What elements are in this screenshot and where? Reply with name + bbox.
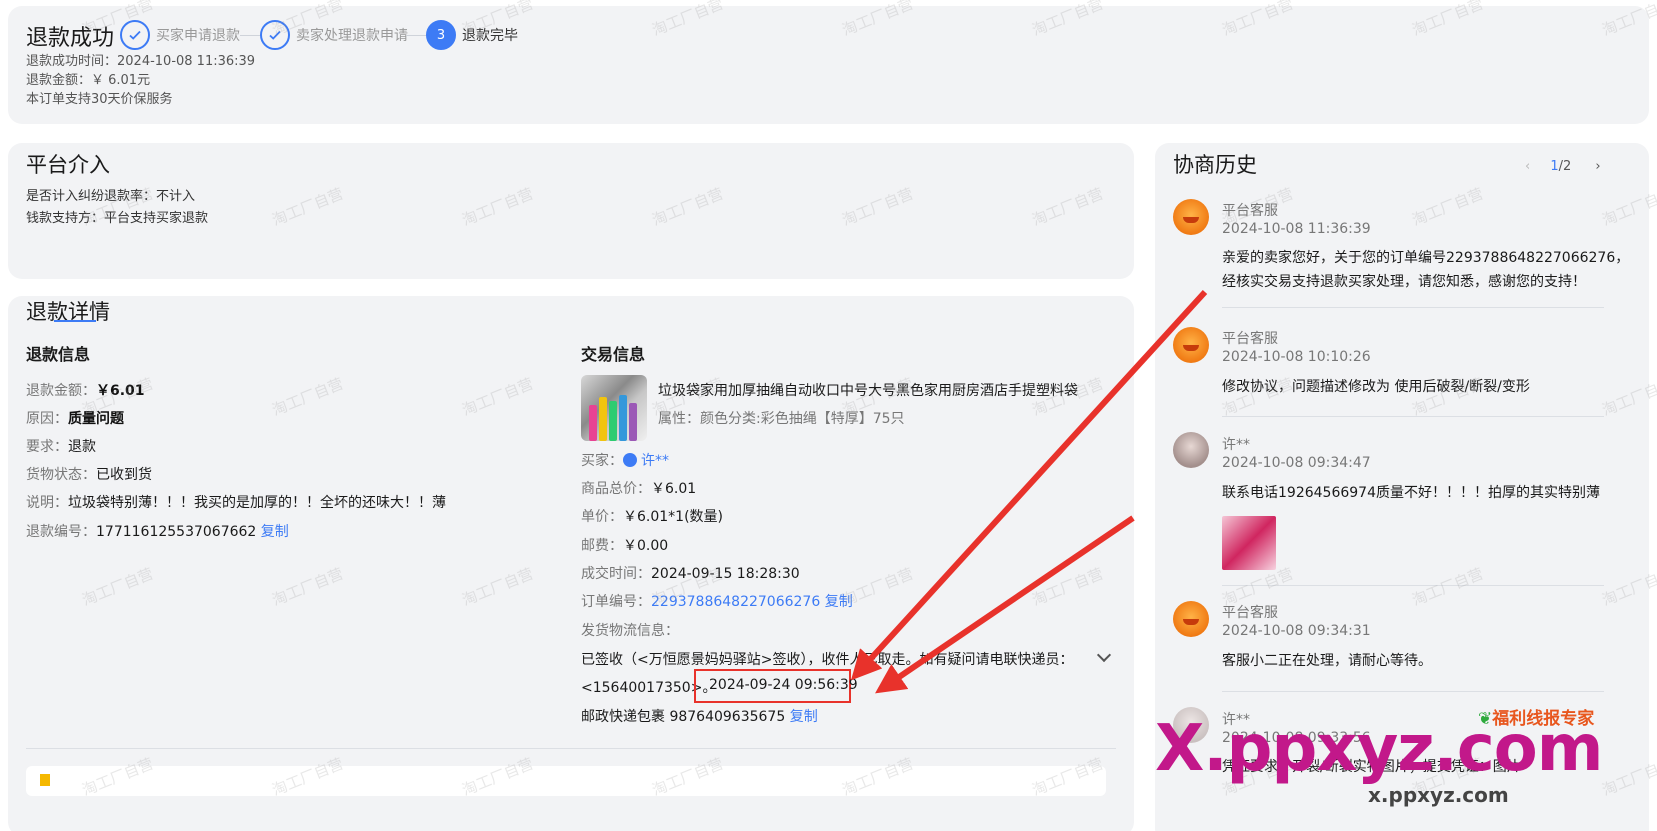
history-message: 亲爱的卖家您好，关于您的订单编号2293788648227066276， [1222,250,1630,266]
platform-title: 平台介入 [26,153,110,177]
check-icon [260,20,290,50]
step-divider [240,35,262,36]
total-price-row: 商品总价：￥6.01 [581,481,697,497]
flag-icon [40,774,50,786]
history-time: 2024-10-08 11:36:39 [1222,221,1371,237]
history-time: 2024-10-08 09:34:47 [1222,455,1371,471]
history-message: 经核实交易支持退款买家处理，请您知悉，感谢您的支持！ [1222,274,1586,290]
step-label: 买家申请退款 [156,28,240,44]
buyer-row: 买家： 许** [581,453,669,469]
platform-intervention-card: 平台介入 是否计入纠纷退款率：不计入 钱款支持方：平台支持买家退款 [8,143,1134,279]
history-time: 2024-10-08 10:10:26 [1222,349,1371,365]
evidence-image[interactable] [1222,516,1276,570]
refund-detail-card: 退款详情 退款信息 退款金额：￥6.01 原因：质量问题 要求：退款 货物状态：… [8,296,1134,831]
shipping-fee-row: 邮费：￥0.00 [581,538,669,554]
total-pages: /2 [1558,159,1572,174]
step-seller-process: 卖家处理退款申请 [260,20,408,50]
history-sender: 平台客服 [1222,331,1278,347]
refund-success-time: 退款成功时间：2024-10-08 11:36:39 [26,54,256,69]
refund-number-row: 退款编号：177116125537067662 复制 [26,524,289,540]
request-row: 要求：退款 [26,439,96,455]
chevron-down-icon[interactable] [1096,647,1112,663]
unit-price-row: 单价：￥6.01*1(数量) [581,509,724,525]
reason-row: 原因：质量问题 [26,411,124,427]
section-divider [26,748,1116,749]
step-label: 退款完毕 [462,28,518,44]
check-icon [120,20,150,50]
refund-status-card: 退款成功 买家申请退款 卖家处理退款申请 3 退款完毕 退款成功时间：2024-… [8,6,1649,124]
logistics-time: 2024-09-24 09:56:39 [709,677,858,693]
history-sender: 平台客服 [1222,203,1278,219]
brand-logo: X.ppxyz.com [1155,712,1603,786]
history-message: 客服小二正在处理，请耐心等待。 [1222,653,1432,669]
refund-payer: 钱款支持方：平台支持买家退款 [26,211,209,226]
buyer-avatar-icon [623,453,637,467]
agent-avatar [1173,199,1209,235]
status-title: 退款成功 [26,26,115,51]
refund-amount: 退款金额：￥ 6.01元 [26,73,151,88]
history-pager: ‹ 1/2 › [1525,159,1601,174]
copy-order-number-button[interactable]: 复制 [825,594,853,610]
history-message: 联系电话19264566974质量不好！！！！拍厚的其实特别薄 [1222,485,1600,501]
title-underline [54,320,96,322]
next-page-icon[interactable]: › [1595,159,1600,174]
history-divider [1222,416,1604,417]
refund-amount-row: 退款金额：￥6.01 [26,383,145,399]
description-row: 说明：垃圾袋特别薄！！！我买的是加厚的！！全坏的还味大！！薄 [26,495,446,511]
step-refund-complete: 3 退款完毕 [426,20,518,50]
logistics-label: 发货物流信息： [581,623,679,639]
express-row: 邮政快递包裹 9876409635675 复制 [581,709,818,725]
buyer-avatar [1173,432,1209,468]
order-number-link[interactable]: 2293788648227066276 [651,594,820,610]
history-title: 协商历史 [1173,153,1257,177]
history-sender: 平台客服 [1222,605,1278,621]
step-number: 3 [426,20,456,50]
brand-url: x.ppxyz.com [1368,783,1509,807]
goods-status-row: 货物状态：已收到货 [26,467,152,483]
order-number-row: 订单编号：2293788648227066276 复制 [581,594,853,610]
history-sender: 许** [1222,437,1250,453]
history-time: 2024-10-08 09:34:31 [1222,623,1371,639]
current-page: 1 [1550,159,1559,174]
agent-avatar [1173,327,1209,363]
history-divider [1222,307,1604,308]
history-divider [1222,585,1604,586]
step-buyer-apply: 买家申请退款 [120,20,240,50]
history-divider [1222,691,1604,692]
deal-time-row: 成交时间：2024-09-15 18:28:30 [581,566,800,582]
trade-info-heading: 交易信息 [581,345,646,364]
copy-refund-number-button[interactable]: 复制 [261,524,289,540]
product-thumbnail[interactable] [581,375,647,441]
step-divider [406,35,426,36]
copy-express-number-button[interactable]: 复制 [790,709,818,725]
price-guarantee: 本订单支持30天价保服务 [26,92,173,107]
dispute-rate: 是否计入纠纷退款率：不计入 [26,189,196,204]
agent-avatar [1173,601,1209,637]
product-name[interactable]: 垃圾袋家用加厚抽绳自动收口中号大号黑色家用厨房酒店手提塑料袋 [658,380,1078,400]
logistics-status-line: 已签收（<万恒愿景妈妈驿站>签收），收件人已取走。如有疑问请电联快递员： [581,652,1074,668]
prev-page-icon[interactable]: ‹ [1525,159,1530,174]
step-label: 卖家处理退款申请 [296,28,408,44]
history-message: 修改协议，问题描述修改为 使用后破裂/断裂/变形 [1222,379,1530,395]
refund-info-heading: 退款信息 [26,345,91,364]
buyer-name-link[interactable]: 许** [641,453,669,469]
notice-bar [26,766,1106,796]
product-attribute: 属性：颜色分类:彩色抽绳【特厚】75只 [658,411,905,427]
